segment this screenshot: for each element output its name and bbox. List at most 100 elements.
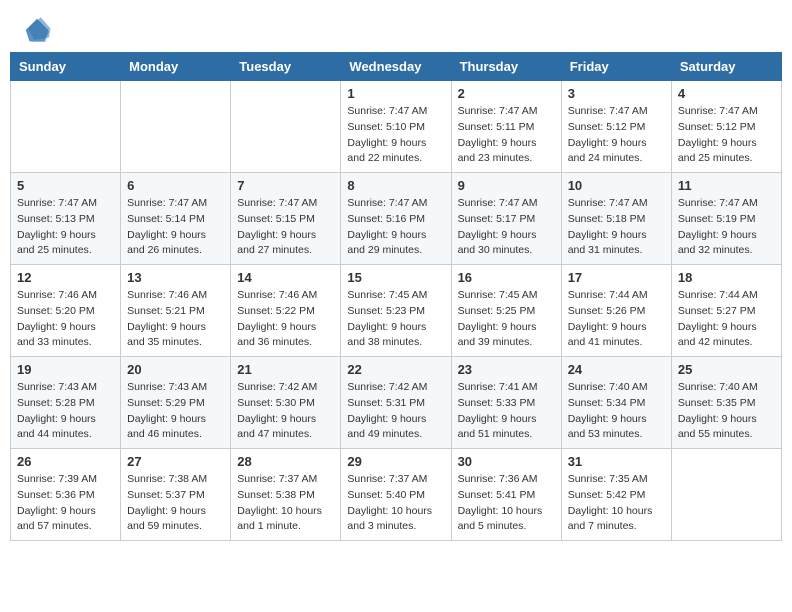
day-info: Sunrise: 7:47 AMSunset: 5:12 PMDaylight:… [678,104,775,167]
day-info: Sunrise: 7:47 AMSunset: 5:13 PMDaylight:… [17,196,114,259]
calendar-cell: 4 Sunrise: 7:47 AMSunset: 5:12 PMDaylight… [671,81,781,173]
day-number: 17 [568,270,665,285]
calendar-cell: 2 Sunrise: 7:47 AMSunset: 5:11 PMDaylight… [451,81,561,173]
day-info: Sunrise: 7:45 AMSunset: 5:23 PMDaylight:… [347,288,444,351]
day-number: 28 [237,454,334,469]
day-number: 12 [17,270,114,285]
day-number: 5 [17,178,114,193]
weekday-header-monday: Monday [121,53,231,81]
calendar-week-row: 12 Sunrise: 7:46 AMSunset: 5:20 PMDayligh… [11,265,782,357]
day-number: 22 [347,362,444,377]
day-info: Sunrise: 7:39 AMSunset: 5:36 PMDaylight:… [17,472,114,535]
weekday-header-saturday: Saturday [671,53,781,81]
day-number: 19 [17,362,114,377]
calendar-cell: 9 Sunrise: 7:47 AMSunset: 5:17 PMDaylight… [451,173,561,265]
calendar-cell [11,81,121,173]
day-info: Sunrise: 7:47 AMSunset: 5:14 PMDaylight:… [127,196,224,259]
day-info: Sunrise: 7:47 AMSunset: 5:19 PMDaylight:… [678,196,775,259]
day-number: 30 [458,454,555,469]
day-info: Sunrise: 7:47 AMSunset: 5:11 PMDaylight:… [458,104,555,167]
weekday-header-sunday: Sunday [11,53,121,81]
day-number: 20 [127,362,224,377]
day-number: 15 [347,270,444,285]
day-number: 3 [568,86,665,101]
day-info: Sunrise: 7:47 AMSunset: 5:17 PMDaylight:… [458,196,555,259]
day-info: Sunrise: 7:46 AMSunset: 5:20 PMDaylight:… [17,288,114,351]
calendar-table: SundayMondayTuesdayWednesdayThursdayFrid… [10,52,782,541]
calendar-cell: 18 Sunrise: 7:44 AMSunset: 5:27 PMDayligh… [671,265,781,357]
weekday-header-tuesday: Tuesday [231,53,341,81]
day-info: Sunrise: 7:47 AMSunset: 5:12 PMDaylight:… [568,104,665,167]
calendar-cell: 13 Sunrise: 7:46 AMSunset: 5:21 PMDayligh… [121,265,231,357]
day-info: Sunrise: 7:40 AMSunset: 5:35 PMDaylight:… [678,380,775,443]
day-info: Sunrise: 7:46 AMSunset: 5:21 PMDaylight:… [127,288,224,351]
calendar-cell: 24 Sunrise: 7:40 AMSunset: 5:34 PMDayligh… [561,357,671,449]
calendar-cell [231,81,341,173]
weekday-header-thursday: Thursday [451,53,561,81]
calendar-cell: 12 Sunrise: 7:46 AMSunset: 5:20 PMDayligh… [11,265,121,357]
calendar-cell: 1 Sunrise: 7:47 AMSunset: 5:10 PMDaylight… [341,81,451,173]
day-info: Sunrise: 7:44 AMSunset: 5:27 PMDaylight:… [678,288,775,351]
calendar-cell: 14 Sunrise: 7:46 AMSunset: 5:22 PMDayligh… [231,265,341,357]
calendar-cell: 15 Sunrise: 7:45 AMSunset: 5:23 PMDayligh… [341,265,451,357]
day-number: 8 [347,178,444,193]
day-number: 26 [17,454,114,469]
calendar-cell: 29Sunrise: 7:37 AMSunset: 5:40 PMDayligh… [341,449,451,541]
day-number: 6 [127,178,224,193]
calendar-cell: 7Sunrise: 7:47 AMSunset: 5:15 PMDaylight… [231,173,341,265]
calendar-cell: 11Sunrise: 7:47 AMSunset: 5:19 PMDayligh… [671,173,781,265]
day-info: Sunrise: 7:35 AMSunset: 5:42 PMDaylight:… [568,472,665,535]
calendar-cell: 20Sunrise: 7:43 AMSunset: 5:29 PMDayligh… [121,357,231,449]
day-number: 4 [678,86,775,101]
day-number: 23 [458,362,555,377]
day-number: 1 [347,86,444,101]
weekday-header-row: SundayMondayTuesdayWednesdayThursdayFrid… [11,53,782,81]
calendar-cell: 17 Sunrise: 7:44 AMSunset: 5:26 PMDayligh… [561,265,671,357]
logo [20,15,52,37]
day-number: 10 [568,178,665,193]
calendar-cell: 5 Sunrise: 7:47 AMSunset: 5:13 PMDaylight… [11,173,121,265]
day-info: Sunrise: 7:43 AMSunset: 5:28 PMDaylight:… [17,380,114,443]
day-info: Sunrise: 7:47 AMSunset: 5:16 PMDaylight:… [347,196,444,259]
calendar-cell: 10Sunrise: 7:47 AMSunset: 5:18 PMDayligh… [561,173,671,265]
calendar-cell [671,449,781,541]
day-info: Sunrise: 7:38 AMSunset: 5:37 PMDaylight:… [127,472,224,535]
day-number: 16 [458,270,555,285]
day-number: 21 [237,362,334,377]
weekday-header-friday: Friday [561,53,671,81]
day-info: Sunrise: 7:46 AMSunset: 5:22 PMDaylight:… [237,288,334,351]
calendar-cell: 23 Sunrise: 7:41 AMSunset: 5:33 PMDayligh… [451,357,561,449]
logo-icon [22,15,52,45]
calendar-cell: 25 Sunrise: 7:40 AMSunset: 5:35 PMDayligh… [671,357,781,449]
calendar-cell: 22 Sunrise: 7:42 AMSunset: 5:31 PMDayligh… [341,357,451,449]
day-info: Sunrise: 7:42 AMSunset: 5:31 PMDaylight:… [347,380,444,443]
day-number: 2 [458,86,555,101]
day-info: Sunrise: 7:37 AMSunset: 5:40 PMDaylight:… [347,472,444,535]
calendar-cell: 21Sunrise: 7:42 AMSunset: 5:30 PMDayligh… [231,357,341,449]
day-info: Sunrise: 7:41 AMSunset: 5:33 PMDaylight:… [458,380,555,443]
day-number: 25 [678,362,775,377]
calendar-cell: 19 Sunrise: 7:43 AMSunset: 5:28 PMDayligh… [11,357,121,449]
calendar-cell: 8 Sunrise: 7:47 AMSunset: 5:16 PMDaylight… [341,173,451,265]
calendar-cell: 3 Sunrise: 7:47 AMSunset: 5:12 PMDaylight… [561,81,671,173]
calendar-cell: 28 Sunrise: 7:37 AMSunset: 5:38 PMDayligh… [231,449,341,541]
day-number: 18 [678,270,775,285]
calendar-cell: 30 Sunrise: 7:36 AMSunset: 5:41 PMDayligh… [451,449,561,541]
calendar-week-row: 26 Sunrise: 7:39 AMSunset: 5:36 PMDayligh… [11,449,782,541]
calendar-cell: 6 Sunrise: 7:47 AMSunset: 5:14 PMDaylight… [121,173,231,265]
day-number: 14 [237,270,334,285]
day-info: Sunrise: 7:44 AMSunset: 5:26 PMDaylight:… [568,288,665,351]
day-number: 31 [568,454,665,469]
day-number: 9 [458,178,555,193]
day-number: 13 [127,270,224,285]
day-number: 7 [237,178,334,193]
page-header [10,10,782,42]
day-info: Sunrise: 7:37 AMSunset: 5:38 PMDaylight:… [237,472,334,535]
day-info: Sunrise: 7:40 AMSunset: 5:34 PMDaylight:… [568,380,665,443]
calendar-week-row: 19 Sunrise: 7:43 AMSunset: 5:28 PMDayligh… [11,357,782,449]
calendar-cell [121,81,231,173]
day-number: 24 [568,362,665,377]
day-info: Sunrise: 7:47 AMSunset: 5:10 PMDaylight:… [347,104,444,167]
day-info: Sunrise: 7:36 AMSunset: 5:41 PMDaylight:… [458,472,555,535]
calendar-cell: 27Sunrise: 7:38 AMSunset: 5:37 PMDayligh… [121,449,231,541]
